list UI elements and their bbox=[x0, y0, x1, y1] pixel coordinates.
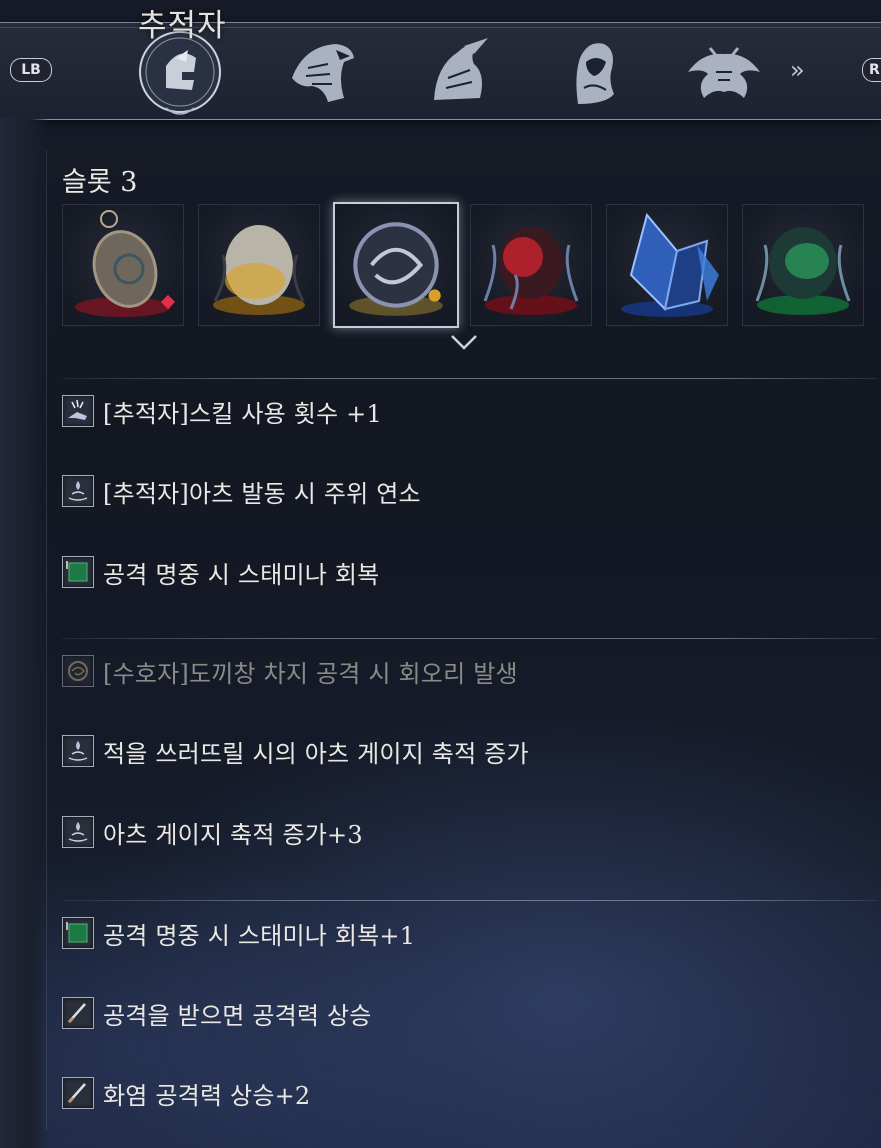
effect-row: [추적자]아츠 발동 시 주위 연소 bbox=[62, 475, 421, 508]
arts-swirl-icon bbox=[62, 816, 94, 848]
stamina-green-icon bbox=[62, 556, 94, 588]
red-egg-relic-icon bbox=[483, 227, 579, 315]
lb-button[interactable]: LB bbox=[10, 58, 52, 82]
more-tabs-icon[interactable]: » bbox=[790, 56, 805, 84]
sword-icon bbox=[62, 1077, 94, 1109]
relic-slot-6[interactable] bbox=[742, 204, 864, 326]
skill-hand-icon bbox=[62, 395, 94, 427]
expand-chevron-icon[interactable] bbox=[449, 332, 479, 354]
effect-row: 공격 명중 시 스태미나 회복+1 bbox=[62, 917, 416, 950]
swirl-orb-relic-icon bbox=[349, 222, 443, 316]
effect-row: 화염 공격력 상승+2 bbox=[62, 1077, 311, 1110]
arts-swirl-icon bbox=[62, 475, 94, 507]
amulet-relic-icon bbox=[75, 210, 176, 317]
relic-slot-2[interactable] bbox=[198, 204, 320, 326]
yellow-egg-relic-icon bbox=[213, 225, 305, 315]
relic-slot-1[interactable] bbox=[62, 204, 184, 326]
rb-button[interactable]: R bbox=[862, 58, 881, 82]
selected-character-name: 추적자 bbox=[138, 8, 227, 44]
effect-text: [추적자]아츠 발동 시 주위 연소 bbox=[103, 479, 421, 508]
effect-row: [수호자]도끼창 차지 공격 시 회오리 발생 bbox=[62, 655, 518, 688]
hooded-bird-icon bbox=[434, 38, 488, 100]
tab-recluse[interactable] bbox=[550, 28, 638, 116]
tab-guardian[interactable] bbox=[278, 28, 366, 116]
effect-text: 화염 공격력 상승+2 bbox=[103, 1081, 311, 1110]
effect-row: 아츠 게이지 축적 증가+3 bbox=[62, 816, 363, 849]
section-divider bbox=[62, 900, 877, 901]
tab-ironeye[interactable] bbox=[414, 28, 502, 116]
beast-crest-icon bbox=[688, 47, 760, 98]
arts-swirl-icon bbox=[62, 735, 94, 767]
green-egg-relic-icon bbox=[755, 227, 851, 315]
section-divider bbox=[62, 378, 877, 379]
effect-row: 공격을 받으면 공격력 상승 bbox=[62, 997, 372, 1030]
section-divider bbox=[62, 638, 877, 639]
effect-text: [추적자]스킬 사용 횟수 +1 bbox=[103, 399, 382, 428]
effect-text: [수호자]도끼창 차지 공격 시 회오리 발생 bbox=[103, 659, 518, 688]
effect-text: 공격 명중 시 스태미나 회복+1 bbox=[103, 921, 416, 950]
hooded-figure-icon bbox=[576, 43, 614, 104]
blue-crystal-relic-icon bbox=[621, 212, 719, 317]
eagle-head-icon bbox=[292, 44, 354, 102]
effect-text: 공격을 받으면 공격력 상승 bbox=[103, 1001, 372, 1030]
sword-icon bbox=[62, 997, 94, 1029]
effect-text: 아츠 게이지 축적 증가+3 bbox=[103, 820, 363, 849]
relic-slot-4[interactable] bbox=[470, 204, 592, 326]
tab-raider[interactable] bbox=[680, 28, 768, 116]
relic-slot-5[interactable] bbox=[606, 204, 728, 326]
frame-divider bbox=[46, 150, 47, 1130]
slot-label: 슬롯 3 bbox=[62, 167, 138, 198]
effect-row: [추적자]스킬 사용 횟수 +1 bbox=[62, 395, 382, 428]
effect-row: 공격 명중 시 스태미나 회복 bbox=[62, 556, 380, 589]
side-frame bbox=[0, 118, 50, 1148]
stamina-green-icon bbox=[62, 917, 94, 949]
effect-text: 공격 명중 시 스태미나 회복 bbox=[103, 560, 380, 589]
effect-text: 적을 쓰러뜨릴 시의 아츠 게이지 축적 증가 bbox=[103, 739, 529, 768]
effect-row: 적을 쓰러뜨릴 시의 아츠 게이지 축적 증가 bbox=[62, 735, 529, 768]
whirlwind-icon bbox=[62, 655, 94, 687]
relic-slot-3[interactable] bbox=[333, 202, 459, 328]
